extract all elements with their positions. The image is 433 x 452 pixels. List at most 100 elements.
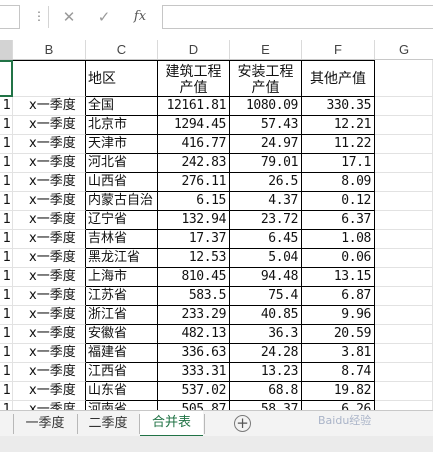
cell-a[interactable]: 1 (0, 249, 13, 268)
cell-empty[interactable] (375, 192, 433, 211)
cell-other[interactable]: 20.59 (302, 325, 375, 344)
cell-empty[interactable] (375, 401, 433, 410)
cell-construction[interactable]: 416.77 (158, 135, 230, 154)
cell-other[interactable]: 8.74 (302, 363, 375, 382)
column-header-d[interactable]: D (158, 40, 230, 59)
add-sheet-icon[interactable]: + (234, 415, 251, 432)
cell-empty[interactable] (375, 230, 433, 249)
formula-input[interactable] (162, 5, 433, 29)
cell-quarter[interactable]: x一季度 (13, 363, 86, 382)
cell-other[interactable]: 0.12 (302, 192, 375, 211)
cell-construction[interactable]: 537.02 (158, 382, 230, 401)
cell-installation[interactable]: 13.23 (230, 363, 302, 382)
cell-region[interactable]: 安徽省 (86, 325, 158, 344)
cell-empty[interactable] (375, 154, 433, 173)
cell-construction[interactable]: 6.15 (158, 192, 230, 211)
cell-a[interactable]: 1 (0, 401, 13, 410)
cell-empty[interactable] (375, 268, 433, 287)
cell-region[interactable]: 辽宁省 (86, 211, 158, 230)
cancel-icon[interactable]: ✕ (57, 6, 81, 28)
cell-installation[interactable]: 40.85 (230, 306, 302, 325)
cell-construction[interactable]: 1294.45 (158, 116, 230, 135)
cell-other[interactable]: 330.35 (302, 97, 375, 116)
cell-region[interactable]: 吉林省 (86, 230, 158, 249)
cell-a[interactable]: 1 (0, 211, 13, 230)
cell-quarter[interactable]: x一季度 (13, 306, 86, 325)
cell-installation[interactable]: 24.28 (230, 344, 302, 363)
column-header-b[interactable]: B (13, 40, 86, 59)
cell-a[interactable]: 1 (0, 306, 13, 325)
cell-other[interactable]: 12.21 (302, 116, 375, 135)
cell-other[interactable]: 9.96 (302, 306, 375, 325)
cell-a[interactable]: 1 (0, 325, 13, 344)
cell-region[interactable]: 内蒙古自治 (86, 192, 158, 211)
cell-region[interactable]: 江苏省 (86, 287, 158, 306)
cell-empty[interactable] (375, 363, 433, 382)
header-other[interactable]: 其他产值 (302, 60, 375, 97)
cell-quarter[interactable]: x一季度 (13, 382, 86, 401)
cell-quarter[interactable]: x一季度 (13, 154, 86, 173)
cell-construction[interactable]: 242.83 (158, 154, 230, 173)
cell-region[interactable]: 上海市 (86, 268, 158, 287)
cell-empty[interactable] (375, 382, 433, 401)
cell-installation[interactable]: 75.4 (230, 287, 302, 306)
cell-region[interactable]: 山东省 (86, 382, 158, 401)
tab-merged-sheet[interactable]: 合并表 (140, 411, 203, 437)
cell-a[interactable]: 1 (0, 173, 13, 192)
cell-empty[interactable] (375, 249, 433, 268)
cell-quarter[interactable]: x一季度 (13, 192, 86, 211)
cell-empty[interactable] (375, 306, 433, 325)
cell-empty[interactable] (375, 344, 433, 363)
cell-empty[interactable] (375, 211, 433, 230)
cell-a[interactable]: 1 (0, 97, 13, 116)
cell-installation[interactable]: 79.01 (230, 154, 302, 173)
cell-region[interactable]: 天津市 (86, 135, 158, 154)
cell-a[interactable]: 1 (0, 382, 13, 401)
column-header-e[interactable]: E (230, 40, 302, 59)
cell-other[interactable]: 11.22 (302, 135, 375, 154)
column-header-a[interactable] (0, 40, 13, 59)
cell-installation[interactable]: 68.8 (230, 382, 302, 401)
column-header-c[interactable]: C (86, 40, 158, 59)
confirm-icon[interactable]: ✓ (92, 6, 116, 28)
cell-quarter[interactable]: x一季度 (13, 116, 86, 135)
cell-empty[interactable] (375, 116, 433, 135)
cell-empty[interactable] (375, 173, 433, 192)
cell-construction[interactable]: 132.94 (158, 211, 230, 230)
cell-construction[interactable]: 482.13 (158, 325, 230, 344)
insert-function-icon[interactable]: fx (128, 6, 152, 28)
cell-a[interactable]: 1 (0, 230, 13, 249)
cell-quarter[interactable]: x一季度 (13, 401, 86, 410)
cell-quarter[interactable]: x一季度 (13, 249, 86, 268)
cell-installation[interactable]: 4.37 (230, 192, 302, 211)
cell-installation[interactable]: 58.37 (230, 401, 302, 410)
cell-construction[interactable]: 810.45 (158, 268, 230, 287)
cell-other[interactable]: 8.09 (302, 173, 375, 192)
cell-a[interactable]: 1 (0, 344, 13, 363)
header-construction[interactable]: 建筑工程 产值 (158, 60, 230, 97)
cell-other[interactable]: 19.82 (302, 382, 375, 401)
cell-region[interactable]: 河北省 (86, 154, 158, 173)
cell-construction[interactable]: 233.29 (158, 306, 230, 325)
header-installation[interactable]: 安装工程 产值 (230, 60, 302, 97)
cell-construction[interactable]: 12.53 (158, 249, 230, 268)
cell-installation[interactable]: 23.72 (230, 211, 302, 230)
cell-a[interactable]: 1 (0, 116, 13, 135)
cell-quarter[interactable]: x一季度 (13, 287, 86, 306)
column-header-g[interactable]: G (375, 40, 433, 59)
cell-installation[interactable]: 24.97 (230, 135, 302, 154)
cell-empty[interactable] (375, 135, 433, 154)
cell-construction[interactable]: 583.5 (158, 287, 230, 306)
cell-construction[interactable]: 505.87 (158, 401, 230, 410)
cell-other[interactable]: 3.81 (302, 344, 375, 363)
cell-quarter[interactable]: x一季度 (13, 173, 86, 192)
cell-other[interactable]: 13.15 (302, 268, 375, 287)
cell-empty[interactable] (375, 325, 433, 344)
cell-region[interactable]: 山西省 (86, 173, 158, 192)
cell-a[interactable]: 1 (0, 154, 13, 173)
cell-a[interactable]: 1 (0, 363, 13, 382)
cell-installation[interactable]: 5.04 (230, 249, 302, 268)
tab-sheet2[interactable]: 二季度 (79, 413, 137, 435)
cell-region[interactable]: 江西省 (86, 363, 158, 382)
cell-region[interactable]: 河南省 (86, 401, 158, 410)
